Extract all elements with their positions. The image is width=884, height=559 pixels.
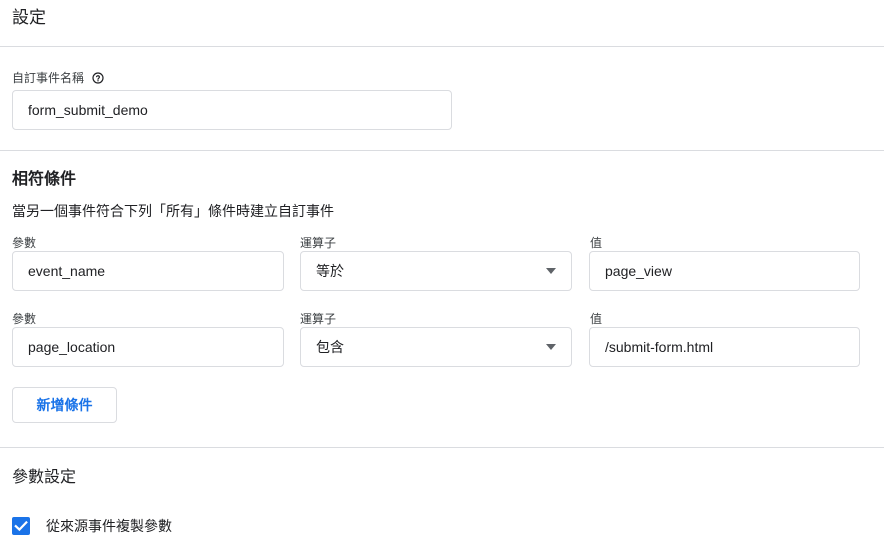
value-label: 值 xyxy=(590,312,603,326)
header-divider xyxy=(0,46,884,47)
section-divider xyxy=(0,150,884,151)
copy-params-label[interactable]: 從來源事件複製參數 xyxy=(46,518,172,534)
add-condition-label: 新增條件 xyxy=(36,397,93,413)
operator-select[interactable]: 等於 xyxy=(300,251,572,291)
value-value: /submit-form.html xyxy=(605,339,714,355)
value-label: 值 xyxy=(590,236,603,250)
value-input[interactable]: /submit-form.html xyxy=(589,327,860,367)
param-label: 參數 xyxy=(12,236,37,250)
params-title: 參數設定 xyxy=(12,469,77,486)
caret-down-icon xyxy=(546,344,556,350)
operator-label: 運算子 xyxy=(300,236,337,250)
event-name-label: 自訂事件名稱 xyxy=(12,71,85,85)
event-name-value: form_submit_demo xyxy=(28,102,148,118)
param-input[interactable]: page_location xyxy=(12,327,284,367)
operator-value: 包含 xyxy=(316,339,344,355)
param-value: page_location xyxy=(28,339,116,355)
copy-params-checkbox[interactable] xyxy=(12,517,30,535)
param-value: event_name xyxy=(28,263,106,279)
matching-subtitle: 當另一個事件符合下列「所有」條件時建立自訂事件 xyxy=(12,203,334,219)
value-value: page_view xyxy=(605,263,672,279)
caret-down-icon xyxy=(546,268,556,274)
operator-select[interactable]: 包含 xyxy=(300,327,572,367)
event-name-input[interactable]: form_submit_demo xyxy=(12,90,452,130)
check-icon xyxy=(14,520,28,532)
operator-value: 等於 xyxy=(316,263,344,279)
page-title: 設定 xyxy=(12,8,46,27)
help-circle-icon[interactable] xyxy=(92,71,104,89)
operator-label: 運算子 xyxy=(300,312,337,326)
section-divider xyxy=(0,447,884,448)
matching-title: 相符條件 xyxy=(12,171,77,188)
param-label: 參數 xyxy=(12,312,37,326)
value-input[interactable]: page_view xyxy=(589,251,860,291)
add-condition-button[interactable]: 新增條件 xyxy=(12,387,117,423)
param-input[interactable]: event_name xyxy=(12,251,284,291)
